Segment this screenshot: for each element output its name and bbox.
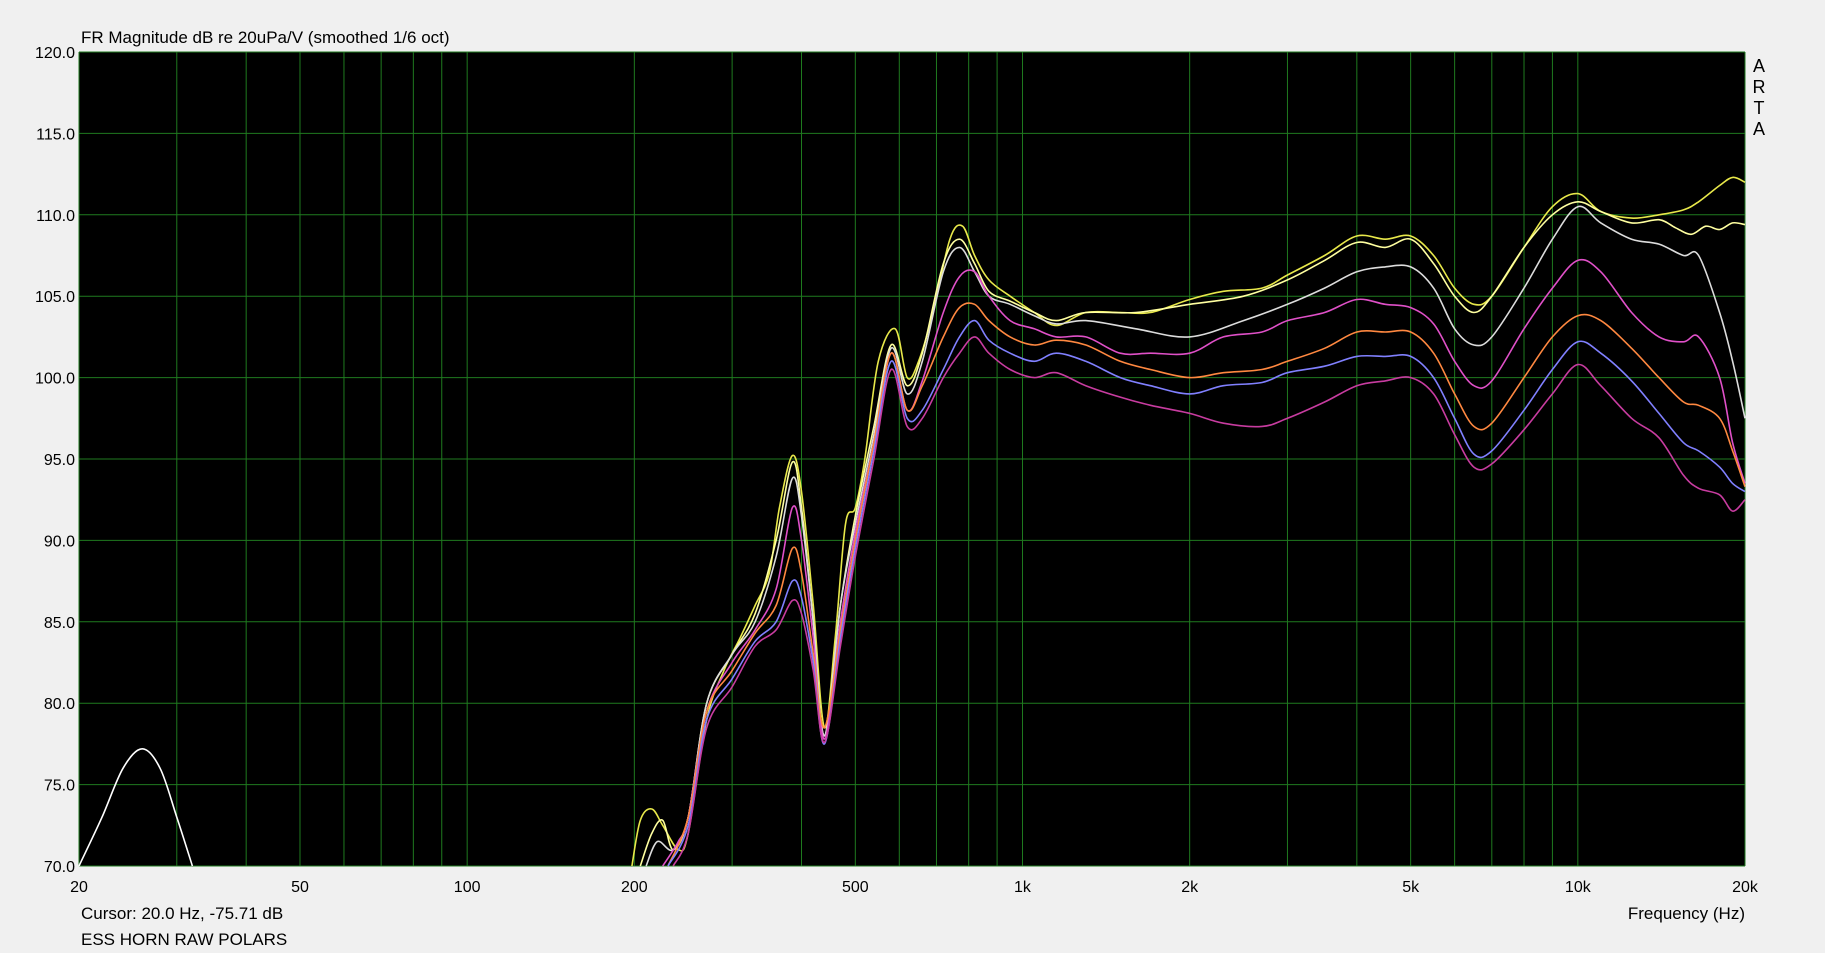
y-tick-labels: 70.0 75.0 80.0 85.0 90.0 95.0 100.0 105.0 110.0 1… xyxy=(35,45,75,876)
x-tick-labels: 20 50 100 200 500 1k 2k 5k 10k 20k xyxy=(70,879,1759,896)
x-tick-label: 100 xyxy=(454,879,481,896)
measurement-name: ESS HORN RAW POLARS xyxy=(81,930,287,949)
y-tick-label: 90.0 xyxy=(44,533,75,550)
arta-letter: A xyxy=(1753,119,1765,139)
x-tick-label: 50 xyxy=(291,879,309,896)
arta-letter: A xyxy=(1753,56,1765,76)
arta-chart-window: 70.0 75.0 80.0 85.0 90.0 95.0 100.0 105.0 110.0 1… xyxy=(0,0,1825,953)
x-tick-label: 1k xyxy=(1014,879,1032,896)
y-tick-label: 115.0 xyxy=(36,126,75,143)
x-tick-label: 20 xyxy=(70,879,88,896)
frequency-response-chart: 70.0 75.0 80.0 85.0 90.0 95.0 100.0 105.0 110.0 1… xyxy=(35,28,1766,949)
x-axis-label: Frequency (Hz) xyxy=(1628,904,1745,923)
y-tick-label: 85.0 xyxy=(44,615,75,632)
x-tick-label: 200 xyxy=(621,879,648,896)
y-tick-label: 70.0 xyxy=(44,859,75,876)
y-tick-label: 120.0 xyxy=(35,45,75,62)
y-tick-label: 80.0 xyxy=(44,696,75,713)
x-tick-label: 5k xyxy=(1402,879,1420,896)
y-tick-label: 105.0 xyxy=(35,289,75,306)
cursor-readout: Cursor: 20.0 Hz, -75.71 dB xyxy=(81,904,283,923)
x-tick-label: 2k xyxy=(1181,879,1199,896)
arta-letter: T xyxy=(1754,98,1765,118)
x-tick-label: 20k xyxy=(1732,879,1759,896)
y-tick-label: 100.0 xyxy=(35,371,75,388)
y-tick-label: 110.0 xyxy=(36,208,75,225)
arta-letter: R xyxy=(1753,77,1766,97)
x-tick-label: 500 xyxy=(842,879,869,896)
chart-title: FR Magnitude dB re 20uPa/V (smoothed 1/6… xyxy=(81,28,450,47)
y-tick-label: 75.0 xyxy=(44,778,75,795)
x-tick-label: 10k xyxy=(1565,879,1592,896)
y-tick-label: 95.0 xyxy=(44,452,75,469)
